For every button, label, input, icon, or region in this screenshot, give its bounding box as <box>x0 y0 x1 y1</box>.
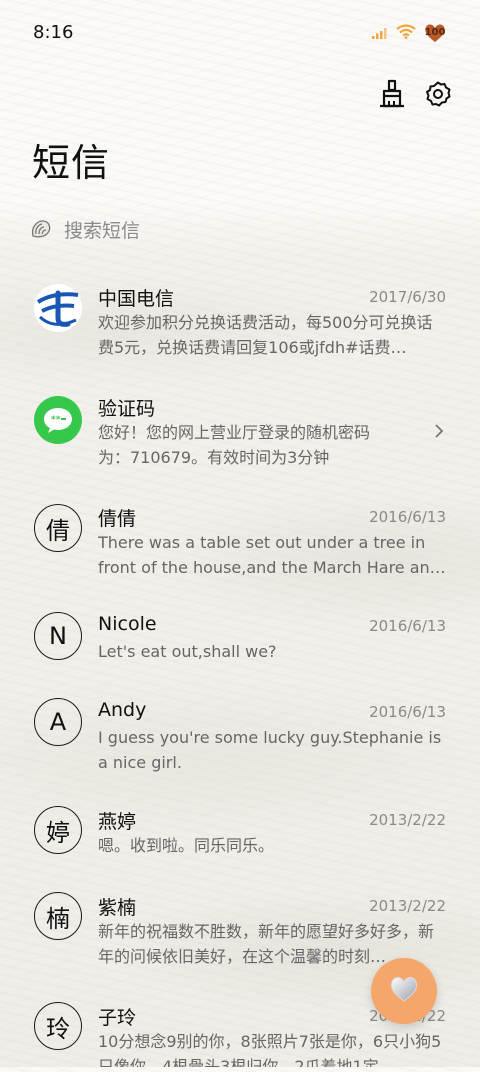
settings-gear-icon[interactable] <box>424 78 452 110</box>
avatar: 玲 <box>34 1002 82 1050</box>
status-bar: 8:16 100 <box>0 0 480 68</box>
verification-code-icon: ** <box>34 396 82 444</box>
message-preview: 您好！您的网上营业厅登录的随机密码为：710679。有效时间为3分钟 <box>98 423 371 467</box>
message-sender: 子玲 <box>98 1007 137 1029</box>
china-telecom-logo <box>34 284 82 332</box>
svg-text:**: ** <box>51 415 61 425</box>
message-date: 2013/2/22 <box>369 811 446 829</box>
search-bar[interactable]: 搜索短信 <box>28 212 448 246</box>
list-item[interactable]: A Andy 2016/6/13 I guess you're some luc… <box>0 698 480 798</box>
message-preview: Let's eat out,shall we? <box>98 642 277 661</box>
page-title: 短信 <box>32 141 111 185</box>
avatar: 楠 <box>34 892 82 940</box>
chevron-right-icon <box>432 422 446 440</box>
message-date: 2013/2/22 <box>369 897 446 915</box>
message-sender: Nicole <box>98 613 157 635</box>
signal-icon <box>372 24 388 43</box>
heart-icon <box>389 975 419 1007</box>
avatar: N <box>34 612 82 660</box>
message-sender: Andy <box>98 699 147 721</box>
message-sender: 验证码 <box>98 398 156 420</box>
message-sender: 倩倩 <box>98 508 137 530</box>
list-item[interactable]: 中国电信 2017/6/30 欢迎参加积分兑换话费活动，每500分可兑换话费5元… <box>0 282 480 382</box>
search-placeholder: 搜索短信 <box>64 219 141 242</box>
list-item[interactable]: ** 验证码 您好！您的网上营业厅登录的随机密码为：710679。有效时间为3分… <box>0 392 480 492</box>
message-preview: 10分想念9别的你，8张照片7张是你，6只小狗5只像你，4根骨头3根归你，2爪着… <box>98 1032 442 1067</box>
list-item[interactable]: N Nicole 2016/6/13 Let's eat out,shall w… <box>0 612 480 692</box>
list-item[interactable]: 倩 倩倩 2016/6/13 There was a table set out… <box>0 502 480 602</box>
message-sender: 燕婷 <box>98 811 137 833</box>
list-item[interactable]: 婷 燕婷 2013/2/22 嗯。收到啦。同乐同乐。 <box>0 806 480 886</box>
avatar: 婷 <box>34 806 82 854</box>
battery-level: 100 <box>424 27 446 38</box>
status-icons: 100 <box>372 22 446 44</box>
message-date: 2016/6/13 <box>369 617 446 635</box>
message-date: 2016/6/13 <box>369 508 446 526</box>
message-date: 2017/6/30 <box>369 288 446 306</box>
clean-brush-icon[interactable] <box>378 78 406 110</box>
avatar: 倩 <box>34 504 82 552</box>
message-preview: There was a table set out under a tree i… <box>98 533 446 577</box>
message-sender: 紫楠 <box>98 897 137 919</box>
message-preview: I guess you're some lucky guy.Stephanie … <box>98 728 442 772</box>
message-preview: 欢迎参加积分兑换话费活动，每500分可兑换话费5元，兑换话费请回复106或jfd… <box>98 313 433 357</box>
status-time: 8:16 <box>33 22 74 43</box>
message-sender: 中国电信 <box>98 288 175 310</box>
battery-icon: 100 <box>424 23 446 43</box>
wifi-icon <box>396 23 416 43</box>
message-date: 2016/6/13 <box>369 703 446 721</box>
header-actions <box>378 78 452 110</box>
search-shell-icon <box>28 216 54 242</box>
compose-fab-button[interactable] <box>371 958 437 1024</box>
avatar: A <box>34 698 82 746</box>
message-preview: 嗯。收到啦。同乐同乐。 <box>98 836 275 855</box>
